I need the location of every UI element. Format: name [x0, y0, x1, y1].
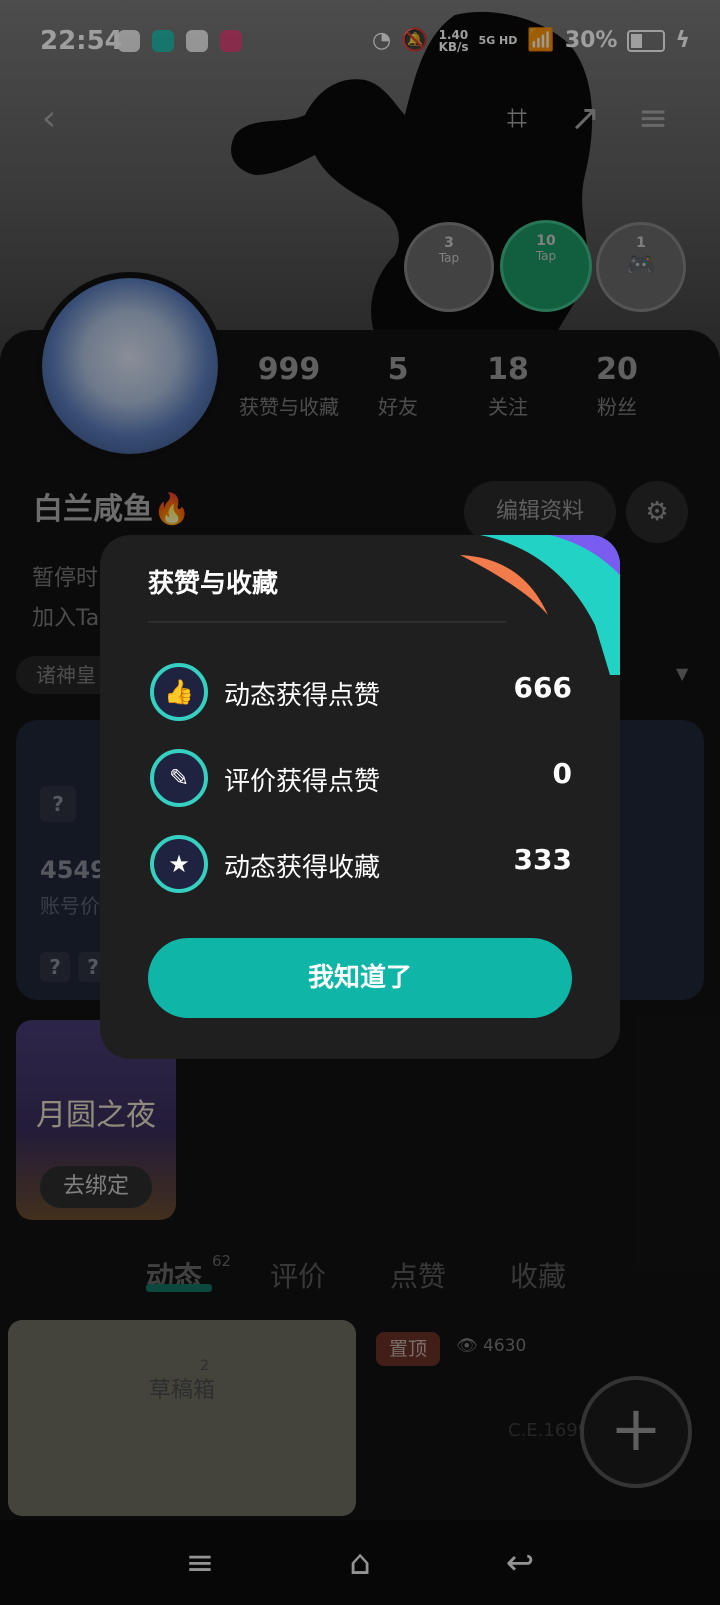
row-value: 666 [513, 671, 572, 704]
row-label: 动态获得点赞 [224, 681, 381, 711]
row-value: 0 [552, 757, 572, 790]
row-value: 333 [513, 843, 572, 876]
dialog-decoration [460, 535, 620, 675]
pen-icon: ✎ [150, 749, 208, 807]
got-it-button[interactable]: 我知道了 [148, 938, 572, 1018]
row-label: 动态获得收藏 [224, 853, 381, 883]
thumbs-up-icon: 👍 [150, 663, 208, 721]
dialog-divider [148, 621, 506, 623]
dialog-title: 获赞与收藏 [148, 569, 279, 599]
likes-favorites-dialog: 获赞与收藏 👍 动态获得点赞 666 ✎ 评价获得点赞 0 ★ 动态获得收藏 3… [100, 535, 620, 1059]
row-label: 评价获得点赞 [224, 767, 381, 797]
star-icon: ★ [150, 835, 208, 893]
